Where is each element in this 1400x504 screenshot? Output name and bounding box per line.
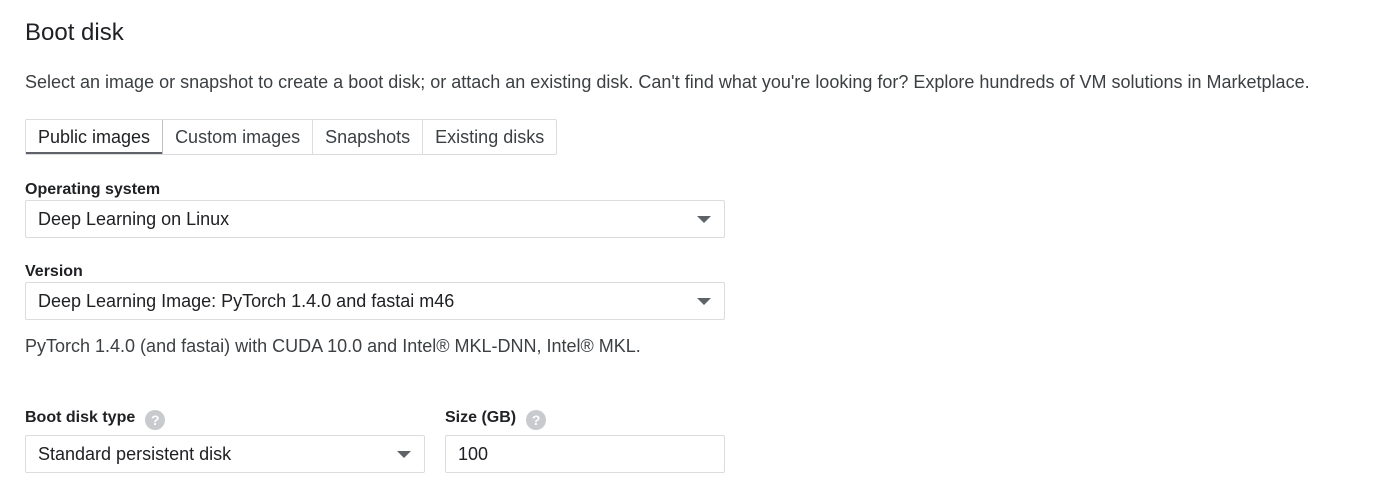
- size-label-row: Size (GB)?: [445, 408, 547, 430]
- dropdown-arrow-icon: [397, 451, 411, 458]
- tab-custom-images[interactable]: Custom images: [163, 120, 314, 154]
- section-title: Boot disk: [25, 19, 124, 46]
- version-description: PyTorch 1.4.0 (and fastai) with CUDA 10.…: [25, 336, 641, 356]
- version-value: Deep Learning Image: PyTorch 1.4.0 and f…: [38, 291, 455, 311]
- size-input[interactable]: 100: [445, 435, 725, 473]
- operating-system-label: Operating system: [25, 181, 161, 198]
- marketplace-link[interactable]: Marketplace.: [1207, 72, 1310, 92]
- size-label: Size (GB): [445, 409, 517, 426]
- boot-disk-type-label: Boot disk type: [25, 409, 136, 426]
- boot-disk-type-label-row: Boot disk type?: [25, 408, 166, 430]
- tab-snapshots[interactable]: Snapshots: [313, 120, 424, 154]
- version-select[interactable]: Deep Learning Image: PyTorch 1.4.0 and f…: [25, 282, 725, 320]
- boot-disk-type-select[interactable]: Standard persistent disk: [25, 435, 425, 473]
- description-text: Select an image or snapshot to create a …: [25, 72, 1207, 92]
- size-value: 100: [458, 444, 489, 464]
- tab-existing-disks[interactable]: Existing disks: [423, 120, 556, 154]
- tab-public-images[interactable]: Public images: [26, 120, 164, 154]
- help-icon[interactable]: ?: [526, 410, 547, 430]
- operating-system-select[interactable]: Deep Learning on Linux: [25, 200, 725, 238]
- image-source-tabs: Public images Custom images Snapshots Ex…: [25, 119, 558, 155]
- dropdown-arrow-icon: [697, 298, 711, 305]
- section-description: Select an image or snapshot to create a …: [25, 70, 1310, 94]
- help-icon[interactable]: ?: [145, 410, 166, 430]
- boot-disk-type-value: Standard persistent disk: [38, 444, 232, 464]
- boot-disk-panel: Boot disk Select an image or snapshot to…: [0, 0, 1400, 504]
- dropdown-arrow-icon: [697, 216, 711, 223]
- operating-system-value: Deep Learning on Linux: [38, 209, 230, 229]
- version-label: Version: [25, 263, 83, 280]
